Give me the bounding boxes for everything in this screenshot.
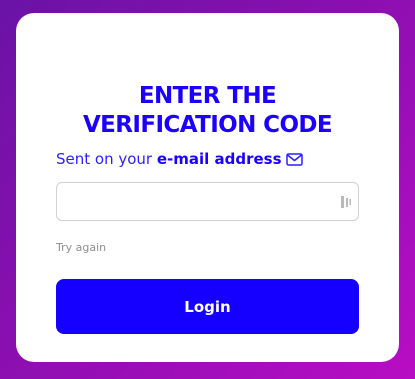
verification-code-field bbox=[56, 182, 359, 221]
verification-card: ENTER THE VERIFICATION CODE Sent on your… bbox=[16, 13, 399, 362]
try-again-link[interactable]: Try again bbox=[56, 241, 106, 254]
verification-code-input[interactable] bbox=[57, 183, 327, 220]
title-line-1: ENTER THE bbox=[138, 83, 277, 110]
autofill-key-icon[interactable] bbox=[340, 194, 352, 210]
sent-to-message: Sent on your e-mail address bbox=[56, 149, 303, 169]
page-title: ENTER THE VERIFICATION CODE bbox=[16, 82, 399, 140]
title-line-2: VERIFICATION CODE bbox=[82, 112, 333, 139]
mail-icon bbox=[285, 151, 303, 166]
login-button[interactable]: Login bbox=[56, 279, 359, 334]
sent-prefix: Sent on your bbox=[56, 150, 157, 168]
email-address-label: e-mail address bbox=[156, 150, 282, 168]
